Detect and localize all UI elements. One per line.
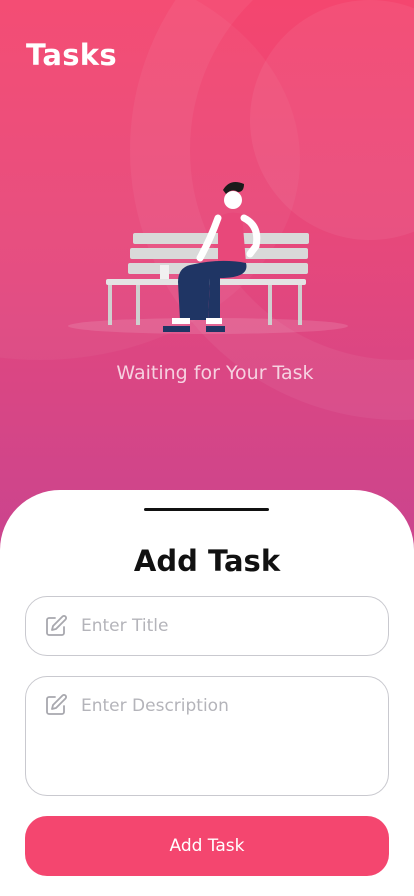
add-task-button[interactable]: Add Task bbox=[25, 816, 389, 876]
edit-icon bbox=[46, 694, 67, 715]
sheet-title: Add Task bbox=[133, 544, 281, 578]
sheet-drag-handle[interactable] bbox=[144, 508, 269, 511]
hero-background: Tasks Waiting for Your Task bbox=[0, 0, 414, 560]
description-placeholder: Enter Description bbox=[81, 696, 229, 716]
edit-icon bbox=[46, 615, 67, 636]
description-field[interactable]: Enter Description bbox=[25, 676, 389, 796]
add-task-sheet: Add Task Enter Title Enter Description A… bbox=[0, 490, 414, 896]
title-field[interactable]: Enter Title bbox=[25, 596, 389, 656]
empty-state-message: Waiting for Your Task bbox=[116, 362, 314, 384]
page-title: Tasks bbox=[26, 38, 117, 72]
title-placeholder: Enter Title bbox=[81, 616, 169, 636]
person-on-bench-illustration bbox=[68, 182, 348, 334]
